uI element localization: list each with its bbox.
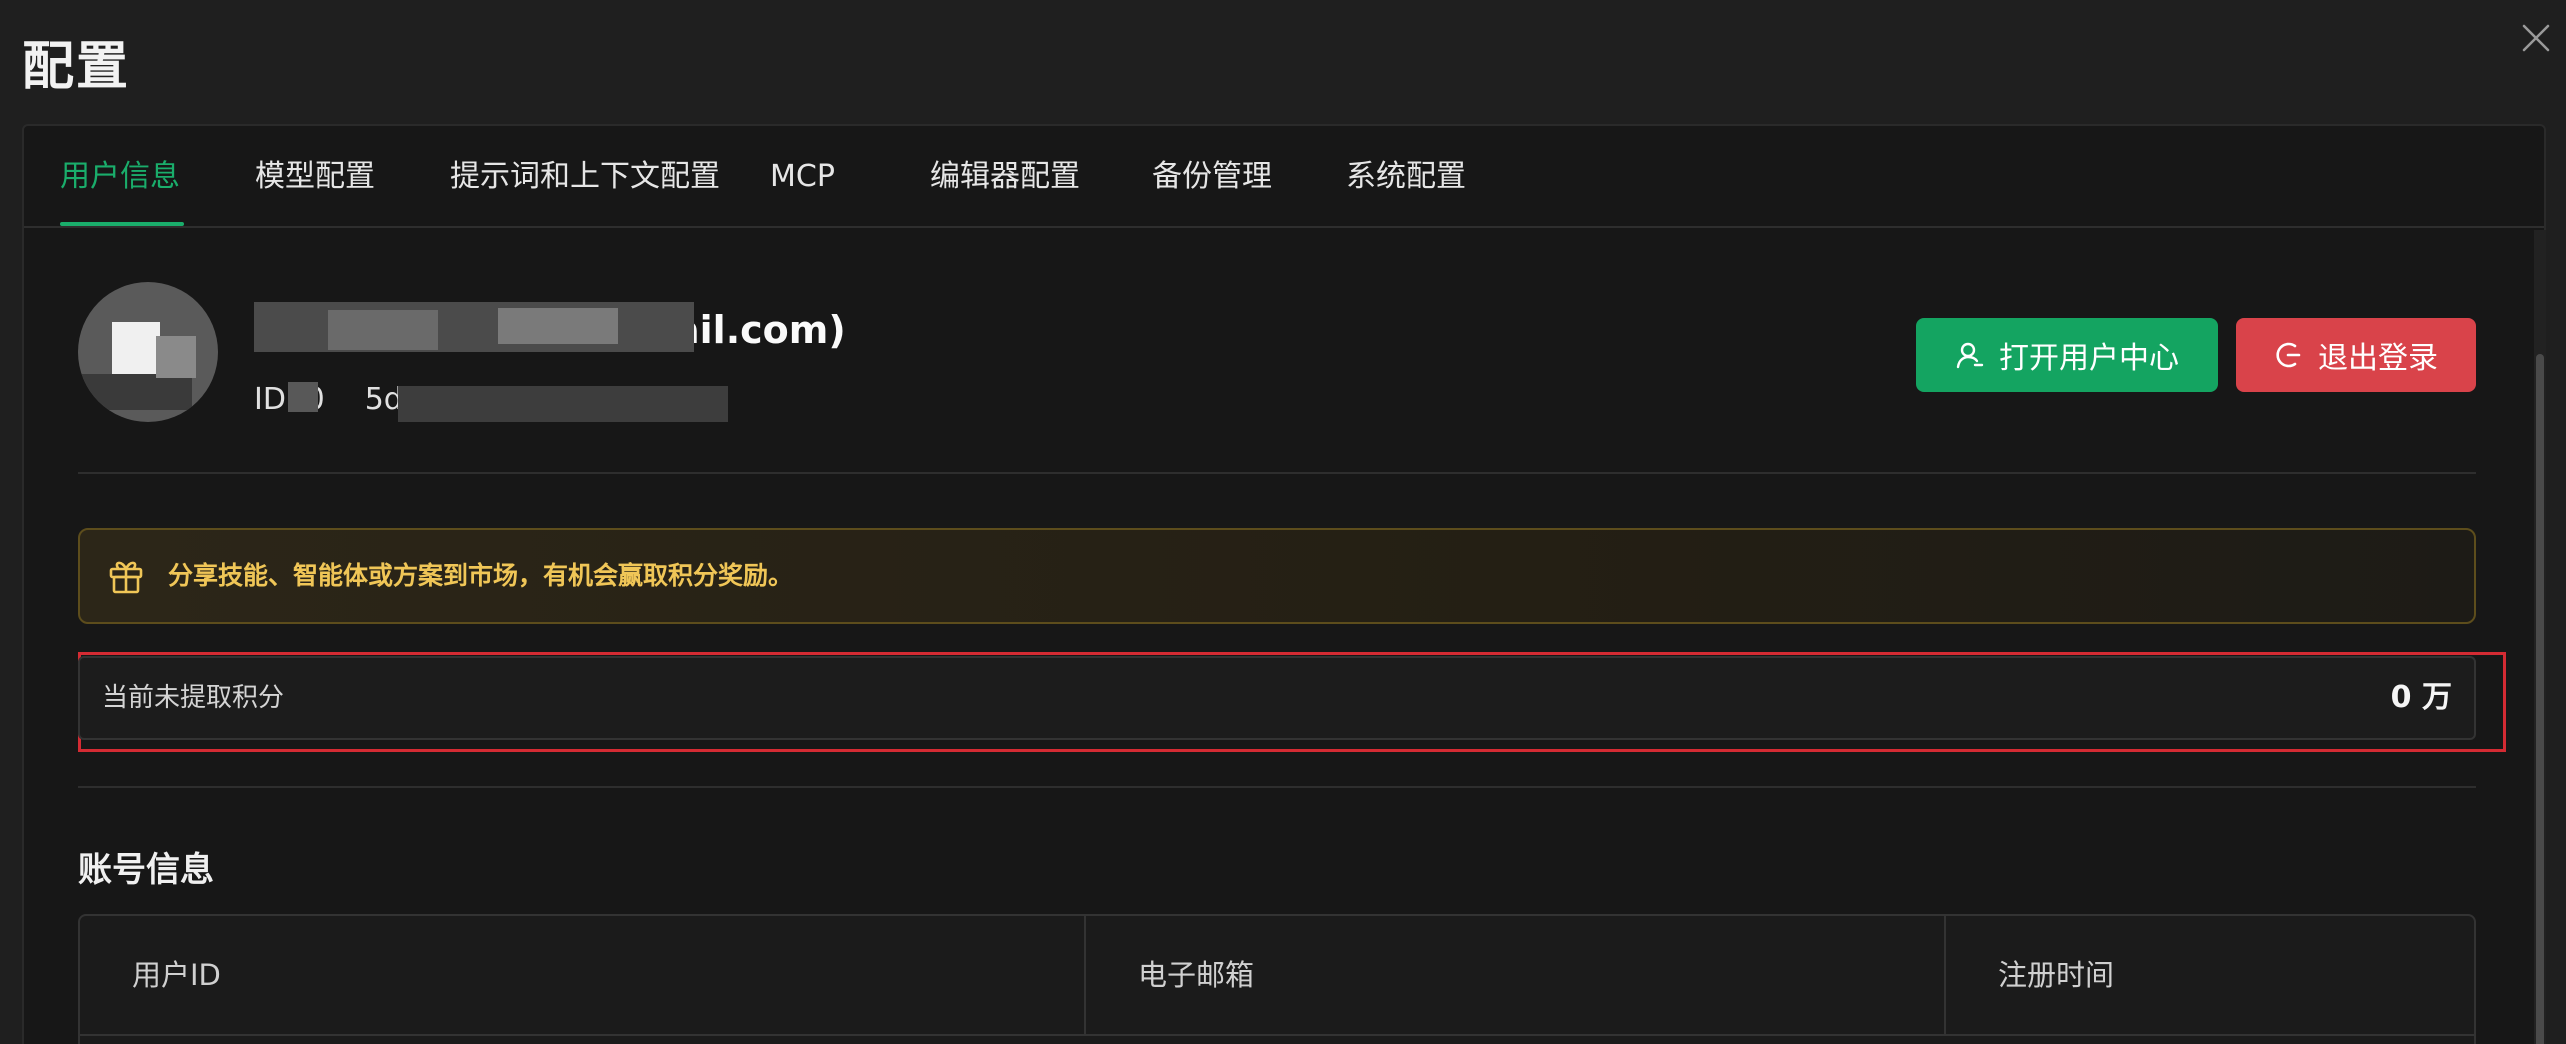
- tab-mcp[interactable]: MCP: [770, 126, 835, 228]
- avatar: [78, 282, 218, 422]
- open-user-center-button[interactable]: 打开用户中心: [1916, 318, 2218, 392]
- divider: [78, 472, 2476, 474]
- scrollbar[interactable]: [2534, 230, 2546, 1044]
- logout-button[interactable]: 退出登录: [2236, 318, 2476, 392]
- settings-page: 配置 用户信息 模型配置 提示词和上下文配置 MCP 编辑器配置 备份管理 系统…: [0, 0, 2566, 1044]
- tab-user-info[interactable]: 用户信息: [60, 126, 180, 228]
- redaction-mask: [498, 308, 618, 344]
- column-header-email: 电子邮箱: [1084, 916, 1944, 1034]
- redaction-mask: [288, 382, 318, 412]
- redaction-mask: [328, 310, 438, 350]
- close-icon[interactable]: [2516, 18, 2556, 58]
- points-row: 当前未提取积分 0 万: [78, 656, 2476, 740]
- tab-backup[interactable]: 备份管理: [1152, 126, 1272, 228]
- tab-bar: 用户信息 模型配置 提示词和上下文配置 MCP 编辑器配置 备份管理 系统配置: [24, 126, 2544, 228]
- table-row-divider: [80, 1034, 2474, 1036]
- redaction-mask: [398, 386, 728, 422]
- notice-text: 分享技能、智能体或方案到市场，有机会赢取积分奖励。: [168, 561, 794, 590]
- tab-model-config[interactable]: 模型配置: [255, 126, 375, 228]
- account-table: 用户ID 电子邮箱 注册时间: [78, 914, 2476, 1044]
- reward-notice: 分享技能、智能体或方案到市场，有机会赢取积分奖励。: [78, 528, 2476, 624]
- points-value: 0 万: [2390, 680, 2452, 715]
- active-tab-indicator: [60, 222, 184, 226]
- tab-prompt-context[interactable]: 提示词和上下文配置: [450, 126, 720, 228]
- settings-panel: 用户信息 模型配置 提示词和上下文配置 MCP 编辑器配置 备份管理 系统配置 …: [22, 124, 2546, 1044]
- account-info-title: 账号信息: [78, 850, 214, 890]
- tab-system-config[interactable]: 系统配置: [1346, 126, 1466, 228]
- column-header-user-id: 用户ID: [132, 958, 221, 992]
- page-title: 配置: [22, 37, 131, 97]
- column-header-registered-at: 注册时间: [1944, 916, 2476, 1034]
- logout-icon: [2276, 342, 2301, 368]
- redaction-mask: [254, 302, 694, 352]
- points-label: 当前未提取积分: [102, 683, 285, 713]
- divider: [78, 786, 2476, 788]
- user-icon: [1956, 342, 1984, 369]
- scrollbar-thumb[interactable]: [2536, 354, 2544, 1044]
- gift-icon: [109, 561, 143, 594]
- tab-editor-config[interactable]: 编辑器配置: [930, 126, 1080, 228]
